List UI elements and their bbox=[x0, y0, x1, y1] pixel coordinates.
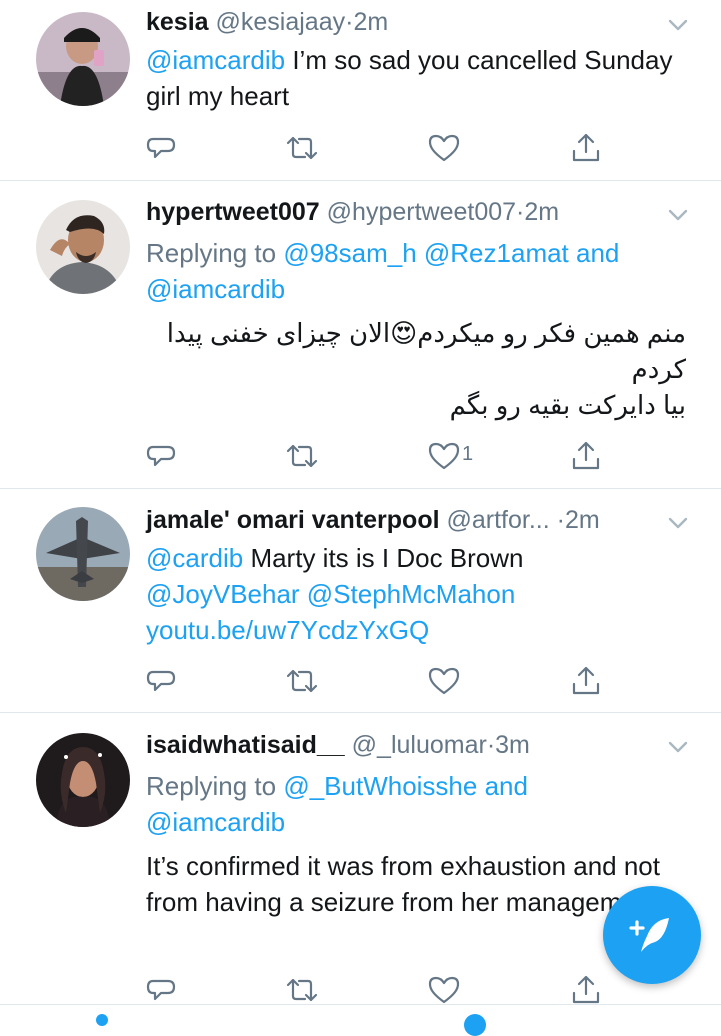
user-handle[interactable]: @artfor... bbox=[447, 506, 550, 534]
chevron-down-icon[interactable] bbox=[664, 11, 692, 39]
avatar[interactable] bbox=[36, 733, 130, 827]
reply-icon[interactable] bbox=[144, 973, 178, 1007]
tweet-2[interactable]: hypertweet007 @hypertweet007·2m Replying… bbox=[0, 181, 721, 488]
retweet-icon[interactable] bbox=[285, 664, 319, 698]
share-icon[interactable] bbox=[569, 439, 603, 473]
reply-mention[interactable]: @iamcardib bbox=[146, 807, 285, 837]
tweet-text: منم همین فکر رو میکردم😍الان چیزای خفنی پ… bbox=[146, 315, 686, 423]
heart-icon[interactable] bbox=[427, 131, 461, 165]
user-handle[interactable]: @_luluomar bbox=[352, 731, 487, 759]
tweet-text-line: بیا دایرکت بقیه رو بگم bbox=[449, 390, 686, 420]
separator-dot: · bbox=[486, 731, 496, 759]
tweet-3[interactable]: jamale' omari vanterpool @artfor... ·2m … bbox=[0, 489, 721, 712]
chevron-down-icon[interactable] bbox=[664, 509, 692, 537]
tweet-text-content: Marty its is I Doc Brown bbox=[243, 543, 524, 573]
tweet-text-line: منم همین فکر رو میکردم😍الان چیزای خفنی پ… bbox=[166, 318, 686, 348]
tweet-1[interactable]: kesia @kesiajaay·2m @iamcardib I’m so sa… bbox=[0, 0, 721, 180]
display-name[interactable]: jamale' omari vanterpool bbox=[146, 506, 440, 534]
mention-link[interactable]: @cardib bbox=[146, 543, 243, 573]
tweet-actions bbox=[0, 131, 721, 165]
reply-context: Replying to @98sam_h @Rez1amat and @iamc… bbox=[146, 235, 686, 307]
tab-indicator-home[interactable] bbox=[96, 1014, 108, 1026]
share-icon[interactable] bbox=[569, 973, 603, 1007]
compose-tweet-icon bbox=[629, 918, 669, 952]
tweet-header: isaidwhatisaid__ @_luluomar·3m bbox=[146, 730, 661, 760]
timestamp: 3m bbox=[495, 731, 530, 759]
tab-indicator-notifications[interactable] bbox=[464, 1014, 486, 1036]
avatar[interactable] bbox=[36, 507, 130, 601]
display-name[interactable]: isaidwhatisaid__ bbox=[146, 731, 345, 759]
tweet-text-line: کردم bbox=[631, 354, 686, 384]
avatar[interactable] bbox=[36, 200, 130, 294]
reply-mentions[interactable]: @98sam_h @Rez1amat and bbox=[283, 238, 619, 268]
tweet-divider bbox=[0, 1004, 721, 1005]
share-icon[interactable] bbox=[569, 131, 603, 165]
reply-icon[interactable] bbox=[144, 439, 178, 473]
tweet-actions bbox=[0, 973, 721, 1007]
user-handle[interactable]: @kesiajaay bbox=[216, 8, 346, 36]
heart-icon[interactable] bbox=[427, 973, 461, 1007]
timestamp: 2m bbox=[564, 506, 600, 534]
heart-icon[interactable] bbox=[427, 439, 461, 473]
timestamp: 2m bbox=[353, 8, 389, 36]
retweet-icon[interactable] bbox=[285, 439, 319, 473]
reply-mentions[interactable]: @_ButWhoisshe and bbox=[283, 771, 528, 801]
replying-to-label: Replying to bbox=[146, 771, 277, 801]
tweet-text: It’s confirmed it was from exhaustion an… bbox=[146, 851, 660, 917]
separator-dot: · bbox=[556, 506, 565, 534]
mention-link[interactable]: @iamcardib bbox=[146, 45, 285, 75]
share-icon[interactable] bbox=[569, 664, 603, 698]
heart-icon[interactable] bbox=[427, 664, 461, 698]
tweet-actions: 1 bbox=[0, 439, 721, 473]
tweet-header: kesia @kesiajaay·2m bbox=[146, 7, 661, 37]
mention-links[interactable]: @JoyVBehar @StephMcMahon bbox=[146, 579, 515, 609]
chevron-down-icon[interactable] bbox=[664, 201, 692, 229]
avatar[interactable] bbox=[36, 12, 130, 106]
display-name[interactable]: kesia bbox=[146, 8, 209, 36]
reply-mention[interactable]: @iamcardib bbox=[146, 274, 285, 304]
reply-icon[interactable] bbox=[144, 664, 178, 698]
tweet-text: @iamcardib I’m so sad you cancelled Sund… bbox=[146, 42, 686, 114]
tweet-actions bbox=[0, 664, 721, 698]
user-handle[interactable]: @hypertweet007 bbox=[327, 198, 516, 226]
tweet-4[interactable]: isaidwhatisaid__ @_luluomar·3m Replying … bbox=[0, 713, 721, 1013]
chevron-down-icon[interactable] bbox=[664, 733, 692, 761]
tweet-header: hypertweet007 @hypertweet007·2m bbox=[146, 197, 661, 227]
tweet-text: @cardib Marty its is I Doc Brown @JoyVBe… bbox=[146, 540, 686, 648]
retweet-icon[interactable] bbox=[285, 131, 319, 165]
replying-to-label: Replying to bbox=[146, 238, 277, 268]
url-link[interactable]: youtu.be/uw7YcdzYxGQ bbox=[146, 615, 429, 645]
tweet-header: jamale' omari vanterpool @artfor... ·2m bbox=[146, 505, 661, 535]
reply-icon[interactable] bbox=[144, 131, 178, 165]
compose-tweet-button[interactable] bbox=[603, 886, 701, 984]
reply-context: Replying to @_ButWhoisshe and @iamcardib bbox=[146, 768, 686, 840]
timestamp: 2m bbox=[524, 198, 560, 226]
like-count: 1 bbox=[462, 443, 474, 465]
display-name[interactable]: hypertweet007 bbox=[146, 198, 320, 226]
retweet-icon[interactable] bbox=[285, 973, 319, 1007]
